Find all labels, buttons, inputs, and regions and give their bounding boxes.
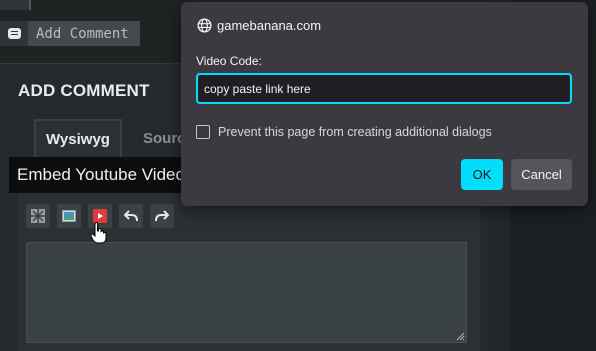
redo-button[interactable] <box>150 204 174 228</box>
comment-icon-box <box>0 21 28 46</box>
undo-icon <box>124 210 138 222</box>
tooltip: Embed Youtube Video <box>9 157 182 193</box>
chat-bubble-icon <box>7 28 21 39</box>
image-icon <box>62 210 76 222</box>
emoticon-button[interactable] <box>26 204 50 228</box>
prevent-dialogs-row[interactable]: Prevent this page from creating addition… <box>196 125 492 139</box>
video-code-input[interactable] <box>196 73 572 104</box>
image-button[interactable] <box>57 204 81 228</box>
top-strip <box>0 0 31 10</box>
screen: Add Comment ADD COMMENT Wysiwyg Source E… <box>0 0 596 351</box>
add-comment-button[interactable]: Add Comment <box>0 21 140 46</box>
redo-icon <box>155 210 169 222</box>
ok-button[interactable]: OK <box>461 159 503 190</box>
dialog-origin-text: gamebanana.com <box>217 18 322 33</box>
dialog-origin: gamebanana.com <box>197 18 321 33</box>
cancel-button[interactable]: Cancel <box>511 159 572 190</box>
tab-wysiwyg[interactable]: Wysiwyg <box>34 119 122 157</box>
add-comment-label: Add Comment <box>28 21 140 46</box>
globe-icon <box>197 18 212 33</box>
comment-textarea[interactable] <box>26 242 467 343</box>
youtube-icon <box>93 209 107 223</box>
video-code-label: Video Code: <box>196 54 262 68</box>
prevent-dialogs-checkbox[interactable] <box>196 125 210 139</box>
resize-grip-icon[interactable] <box>455 331 465 341</box>
emoticon-icon <box>31 209 45 223</box>
prevent-dialogs-label: Prevent this page from creating addition… <box>218 125 492 139</box>
panel-title: ADD COMMENT <box>18 81 150 100</box>
undo-button[interactable] <box>119 204 143 228</box>
hand-cursor-icon <box>90 222 107 244</box>
prompt-dialog: gamebanana.com Video Code: Prevent this … <box>181 2 588 206</box>
